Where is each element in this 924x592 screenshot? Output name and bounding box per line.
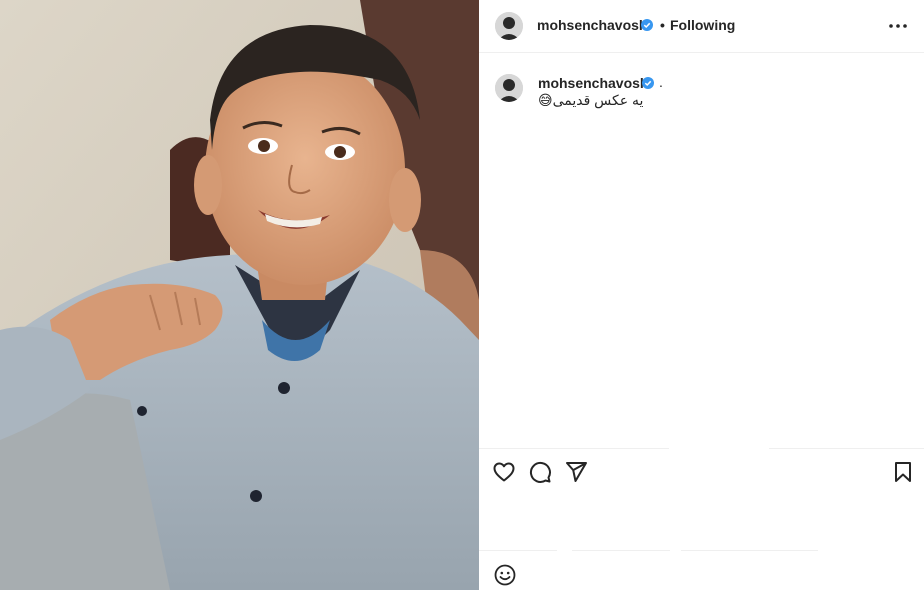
post-header: mohsenchavoshi • Following — [479, 0, 924, 53]
header-username[interactable]: mohsenchavoshi — [537, 17, 651, 33]
bookmark-icon[interactable] — [891, 460, 915, 484]
heart-icon[interactable] — [492, 460, 516, 484]
instagram-post: mohsenchavoshi • Following mohsenchavosh… — [0, 0, 924, 590]
divider — [681, 550, 818, 551]
profile-picture-icon — [495, 12, 523, 40]
caption-username[interactable]: mohsenchavoshi — [538, 75, 652, 91]
avatar[interactable] — [495, 12, 523, 40]
following-button[interactable]: Following — [670, 17, 735, 33]
separator-dot: • — [660, 17, 665, 33]
comment-icon[interactable] — [528, 460, 552, 484]
verified-badge-icon — [641, 18, 653, 36]
action-bar — [479, 456, 924, 488]
divider — [479, 550, 557, 551]
more-options-icon[interactable] — [886, 15, 910, 37]
verified-badge-icon — [642, 76, 654, 94]
share-icon[interactable] — [564, 460, 588, 484]
caption-trailing: . — [659, 74, 663, 90]
caption-avatar[interactable] — [495, 74, 523, 102]
emoji-icon[interactable] — [493, 563, 517, 587]
caption-text: یه عکس قدیمی😅 — [538, 92, 644, 108]
divider — [479, 448, 669, 449]
post-side-panel: mohsenchavoshi • Following mohsenchavosh… — [479, 0, 924, 590]
profile-picture-icon — [495, 74, 523, 102]
childhood-portrait-image — [0, 0, 479, 590]
post-photo[interactable] — [0, 0, 479, 590]
divider — [572, 550, 670, 551]
divider — [769, 448, 924, 449]
